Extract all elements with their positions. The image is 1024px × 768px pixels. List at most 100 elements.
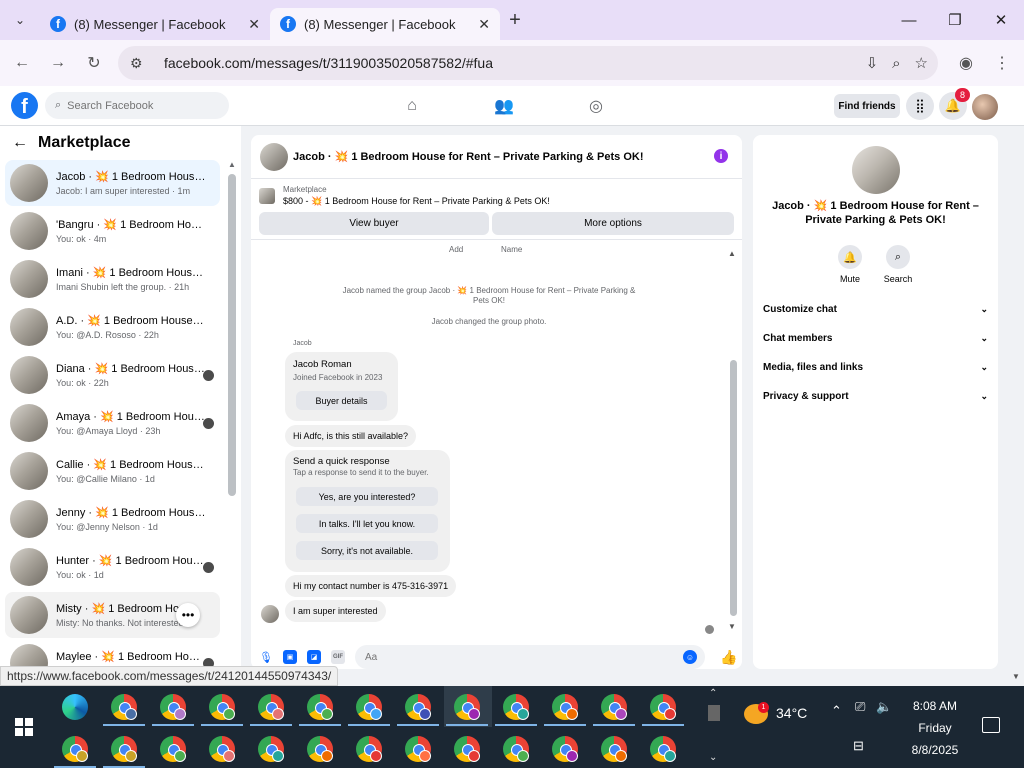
friends-icon[interactable]: 👥: [492, 94, 516, 118]
profile-icon[interactable]: ◉: [948, 45, 984, 81]
conversation-item[interactable]: Hunter · 💥 1 Bedroom Hous... You: ok · 1d: [5, 544, 220, 590]
taskbar-scroll-down-icon[interactable]: ⌄: [709, 752, 717, 763]
profile-badge-icon: [321, 708, 333, 720]
speaker-icon[interactable]: 🔈: [876, 699, 892, 715]
chat-scrollbar[interactable]: [730, 360, 737, 616]
restore-icon[interactable]: ❐: [932, 0, 978, 40]
listing-thumbnail[interactable]: [259, 188, 275, 204]
sticker-icon[interactable]: ◪: [307, 650, 321, 664]
conversation-info-icon[interactable]: i: [714, 149, 728, 163]
message-bubble[interactable]: Hi Adfc, is this still available?: [285, 425, 417, 447]
notification-center-icon[interactable]: [982, 717, 1000, 733]
media-files-links-row[interactable]: Media, files and links ⌄: [763, 357, 988, 377]
conversation-item[interactable]: Jacob · 💥 1 Bedroom House fo... Jacob: I …: [5, 160, 220, 206]
conversation-item[interactable]: Imani · 💥 1 Bedroom House fo... Imani Shu…: [5, 256, 220, 302]
page-scroll-down-icon[interactable]: ▼: [1012, 672, 1020, 681]
conversation-item[interactable]: Maylee · 💥 1 Bedroom Hous...You: OK · 1d: [5, 640, 220, 669]
close-tab-icon[interactable]: ✕: [248, 16, 260, 33]
browser-menu-icon[interactable]: ⋮: [984, 45, 1020, 81]
site-info-icon[interactable]: ⚙: [130, 55, 150, 72]
running-app-indicator: [593, 724, 635, 726]
clock-day[interactable]: Friday: [900, 721, 970, 735]
conversation-item[interactable]: A.D. · 💥 1 Bedroom House for ... You: @A.…: [5, 304, 220, 350]
search-action[interactable]: ⌕ Search: [878, 245, 918, 284]
chat-avatar[interactable]: [260, 142, 288, 171]
search-icon[interactable]: ⌕: [886, 245, 910, 269]
message-input[interactable]: [365, 651, 665, 663]
message-input-field[interactable]: ☺: [355, 645, 705, 669]
groups-icon[interactable]: ◎: [584, 94, 608, 118]
minimize-icon[interactable]: —: [886, 0, 932, 40]
conversation-name: Maylee · 💥 1 Bedroom Hous...: [56, 651, 206, 663]
zoom-icon[interactable]: ⌕: [892, 55, 900, 72]
tab-search-dropdown-icon[interactable]: ⌄: [0, 0, 40, 40]
browser-tab-1[interactable]: f (8) Messenger | Facebook ✕: [40, 8, 270, 40]
quick-reply-yes-button[interactable]: Yes, are you interested?: [296, 487, 438, 506]
group-photo[interactable]: [852, 146, 900, 194]
conversation-text: Jenny · 💥 1 Bedroom House fo... You: @Jen…: [56, 506, 206, 532]
message-bubble[interactable]: Hi my contact number is 475-316-3971: [285, 575, 457, 597]
browser-tab-2[interactable]: f (8) Messenger | Facebook ✕: [270, 8, 500, 40]
chat-scroll-down-icon[interactable]: ▼: [728, 622, 736, 631]
clock-date[interactable]: 8/8/2025: [900, 743, 970, 757]
quick-reply-in-talks-button[interactable]: In talks. I'll let you know.: [296, 514, 438, 533]
install-app-icon[interactable]: ⇩: [866, 54, 879, 72]
message-bubble[interactable]: I am super interested: [285, 600, 386, 622]
windows-start-icon[interactable]: [15, 718, 33, 736]
conversation-item[interactable]: Misty · 💥 1 Bedroom House Misty: No thank…: [5, 592, 220, 638]
new-tab-button[interactable]: +: [500, 9, 530, 32]
temperature[interactable]: 34°C: [776, 705, 807, 721]
chat-title[interactable]: Jacob · 💥 1 Bedroom House for Rent – Pri…: [293, 150, 644, 163]
emoji-icon[interactable]: ☺: [683, 650, 697, 664]
taskbar-scroll[interactable]: ⌃ ⌄: [705, 686, 723, 768]
bookmark-star-icon[interactable]: ☆: [915, 54, 928, 72]
clock-time[interactable]: 8:08 AM: [900, 699, 970, 713]
gif-icon[interactable]: GIF: [331, 650, 345, 664]
show-hidden-icons-icon[interactable]: ⌃: [831, 703, 842, 719]
search-input[interactable]: [67, 99, 208, 112]
menu-grid-icon[interactable]: ⣿: [906, 92, 934, 120]
scroll-up-arrow-icon[interactable]: ▲: [228, 160, 236, 169]
privacy-support-row[interactable]: Privacy & support ⌄: [763, 386, 988, 406]
microphone-icon[interactable]: 🎙: [259, 650, 273, 664]
conversation-item[interactable]: 'Bangru · 💥 1 Bedroom House ... You: ok ·…: [5, 208, 220, 254]
find-friends-button[interactable]: Find friends: [834, 94, 900, 118]
search-facebook-field[interactable]: ⌕: [45, 92, 229, 119]
chat-scroll-up-icon[interactable]: ▲: [728, 249, 736, 258]
forward-icon[interactable]: →: [40, 45, 76, 81]
edge-browser-icon[interactable]: [62, 694, 88, 720]
meet-now-icon[interactable]: ⎚: [855, 699, 865, 715]
conversation-item[interactable]: Callie · 💥 1 Bedroom House fo... You: @Ca…: [5, 448, 220, 494]
back-icon[interactable]: ←: [4, 45, 40, 81]
conversation-item[interactable]: Amaya · 💥 1 Bedroom Hous... You: @Amaya L…: [5, 400, 220, 446]
back-arrow-icon[interactable]: ←: [12, 134, 28, 152]
account-avatar[interactable]: [972, 94, 998, 120]
conversation-item[interactable]: Jenny · 💥 1 Bedroom House fo... You: @Jen…: [5, 496, 220, 542]
notification-count-badge: 8: [955, 88, 970, 102]
view-buyer-button[interactable]: View buyer: [259, 212, 489, 235]
reload-icon[interactable]: ↻: [76, 45, 112, 81]
quick-reply-not-available-button[interactable]: Sorry, it's not available.: [296, 541, 438, 560]
customize-chat-row[interactable]: Customize chat ⌄: [763, 299, 988, 319]
home-icon[interactable]: ⌂: [400, 94, 424, 118]
address-bar[interactable]: ⚙ facebook.com/messages/t/31190035020587…: [118, 46, 938, 80]
bell-icon[interactable]: 🔔: [838, 245, 862, 269]
network-icon[interactable]: ⊟: [853, 738, 864, 754]
close-tab-icon[interactable]: ✕: [478, 16, 490, 33]
url-text[interactable]: facebook.com/messages/t/3119003502058758…: [164, 55, 493, 71]
close-window-icon[interactable]: ✕: [978, 0, 1024, 40]
photo-icon[interactable]: ▣: [283, 650, 297, 664]
conversation-item[interactable]: Diana · 💥 1 Bedroom House ... You: ok · 2…: [5, 352, 220, 398]
facebook-logo-icon[interactable]: f: [11, 92, 38, 119]
taskbar-scroll-up-icon[interactable]: ⌃: [709, 688, 717, 699]
buyer-details-button[interactable]: Buyer details: [296, 391, 387, 410]
more-options-button[interactable]: More options: [492, 212, 734, 235]
sender-avatar[interactable]: [261, 605, 279, 623]
chat-members-row[interactable]: Chat members ⌄: [763, 328, 988, 348]
taskbar-scroll-thumb[interactable]: [708, 705, 720, 721]
mute-action[interactable]: 🔔 Mute: [830, 245, 870, 284]
sidebar-scrollbar[interactable]: [228, 174, 236, 496]
more-options-icon[interactable]: •••: [176, 603, 200, 627]
listing-price-title[interactable]: $800 - 💥 1 Bedroom House for Rent – Priv…: [283, 196, 550, 207]
thumbs-up-icon[interactable]: 👍: [720, 649, 737, 666]
